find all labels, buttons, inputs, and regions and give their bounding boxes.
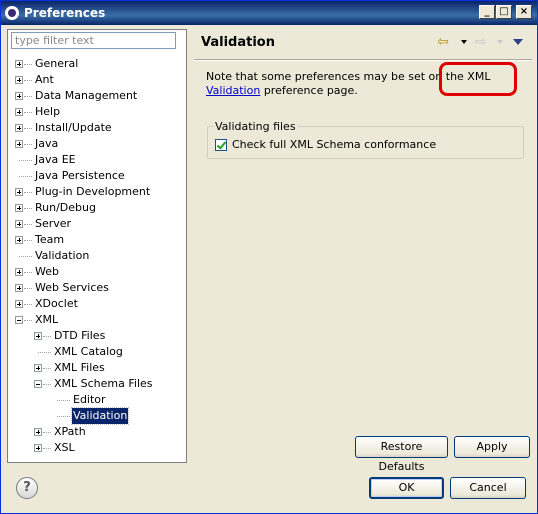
tree-connector	[43, 336, 51, 338]
expand-icon[interactable]	[15, 108, 23, 116]
tree-item-label: XSL	[54, 441, 75, 454]
tree-connector	[24, 128, 32, 130]
tree-connector	[38, 352, 51, 354]
forward-menu-icon[interactable]	[497, 40, 503, 44]
tree-connector	[24, 224, 32, 226]
schema-conformance-label[interactable]: Check full XML Schema conformance	[232, 138, 436, 151]
cancel-button[interactable]: Cancel	[450, 477, 526, 499]
tree-connector	[24, 144, 32, 146]
tree-item-label: Install/Update	[35, 121, 112, 134]
tree-item-label: XML Files	[54, 361, 105, 374]
ok-button[interactable]: OK	[369, 477, 444, 499]
tree-item-label: Java Persistence	[35, 169, 125, 182]
tree-item-label: XML Schema Files	[54, 377, 153, 390]
expand-icon[interactable]	[15, 204, 23, 212]
apply-button[interactable]: Apply	[454, 436, 530, 458]
tree-connector	[19, 160, 32, 162]
tree-item-label: Plug-in Development	[35, 185, 151, 198]
collapse-icon[interactable]	[34, 380, 42, 388]
window-title: Preferences	[24, 6, 106, 20]
view-menu-icon[interactable]	[513, 39, 523, 45]
page-title: Validation	[201, 35, 275, 50]
tree-connector	[24, 192, 32, 194]
filter-input[interactable]	[11, 32, 176, 49]
expand-icon[interactable]	[15, 76, 23, 84]
tree-item-label: Data Management	[35, 89, 138, 102]
tree-connector	[24, 288, 32, 290]
collapse-icon[interactable]	[15, 316, 23, 324]
tree-connector	[24, 304, 32, 306]
tree-item-label: Help	[35, 105, 61, 118]
tree-connector	[43, 384, 51, 386]
expand-icon[interactable]	[34, 332, 42, 340]
expand-icon[interactable]	[15, 60, 23, 68]
expand-icon[interactable]	[15, 268, 23, 276]
eclipse-icon	[5, 6, 19, 20]
validation-link[interactable]: Validation	[206, 84, 260, 97]
tree-connector	[43, 448, 51, 450]
tree-connector	[57, 416, 70, 418]
tree-item-label: XML	[35, 313, 59, 326]
back-arrow-icon[interactable]: ⇦	[437, 35, 453, 49]
schema-conformance-checkbox[interactable]	[215, 139, 227, 151]
tree-connector	[24, 96, 32, 98]
tree-item-label: XDoclet	[35, 297, 78, 310]
tree-connector	[24, 64, 32, 66]
back-menu-icon[interactable]	[461, 40, 467, 44]
maximize-button[interactable]: □	[496, 5, 512, 19]
expand-icon[interactable]	[15, 188, 23, 196]
tree-item-label: Java EE	[35, 153, 76, 166]
highlight-annotation	[439, 62, 517, 96]
tree-item-label: XPath	[54, 425, 86, 438]
help-icon[interactable]: ?	[16, 477, 38, 499]
expand-icon[interactable]	[34, 364, 42, 372]
group-title: Validating files	[213, 120, 298, 133]
expand-icon[interactable]	[15, 284, 23, 292]
tree-connector	[19, 256, 32, 258]
tree-item-label: Editor	[73, 393, 106, 406]
forward-arrow-icon[interactable]: ⇨	[475, 35, 491, 49]
tree-connector	[19, 176, 32, 178]
tree-connector	[43, 368, 51, 370]
preferences-window: Preferences _ □ × General Ant Data Managem…	[0, 0, 538, 514]
tree-item-label: Team	[35, 233, 65, 246]
tree-item-label: Server	[35, 217, 72, 230]
expand-icon[interactable]	[15, 124, 23, 132]
expand-icon[interactable]	[15, 300, 23, 308]
expand-icon[interactable]	[34, 444, 42, 452]
note-text-end: preference page.	[260, 84, 358, 97]
tree-item-label: Validation	[70, 407, 130, 425]
tree-item-label: Web	[35, 265, 59, 278]
tree-item-label: General	[35, 57, 79, 70]
tree-connector	[24, 208, 32, 210]
tree-connector	[24, 272, 32, 274]
minimize-button[interactable]: _	[479, 5, 495, 19]
tree-item-label: Web Services	[35, 281, 109, 294]
tree-item-label: DTD Files	[54, 329, 106, 342]
restore-defaults-button[interactable]: Restore Defaults	[355, 436, 448, 473]
tree-connector	[24, 240, 32, 242]
expand-icon[interactable]	[15, 236, 23, 244]
tree-connector	[24, 320, 32, 322]
tree-item-label: Ant	[35, 73, 54, 86]
expand-icon[interactable]	[15, 140, 23, 148]
tree-item-label: Validation	[35, 249, 90, 262]
tree-connector	[24, 112, 32, 114]
tree-connector	[43, 432, 51, 434]
tree-connector	[57, 400, 70, 402]
tree-connector	[24, 80, 32, 82]
expand-icon[interactable]	[15, 220, 23, 228]
title-separator	[194, 59, 532, 61]
close-button[interactable]: ×	[516, 5, 532, 19]
tree-item-label: Run/Debug	[35, 201, 96, 214]
tree-item-label: XML Catalog	[54, 345, 123, 358]
expand-icon[interactable]	[34, 428, 42, 436]
title-bar[interactable]: Preferences _ □ ×	[1, 1, 537, 25]
expand-icon[interactable]	[15, 92, 23, 100]
tree-item-label: Java	[35, 137, 59, 150]
